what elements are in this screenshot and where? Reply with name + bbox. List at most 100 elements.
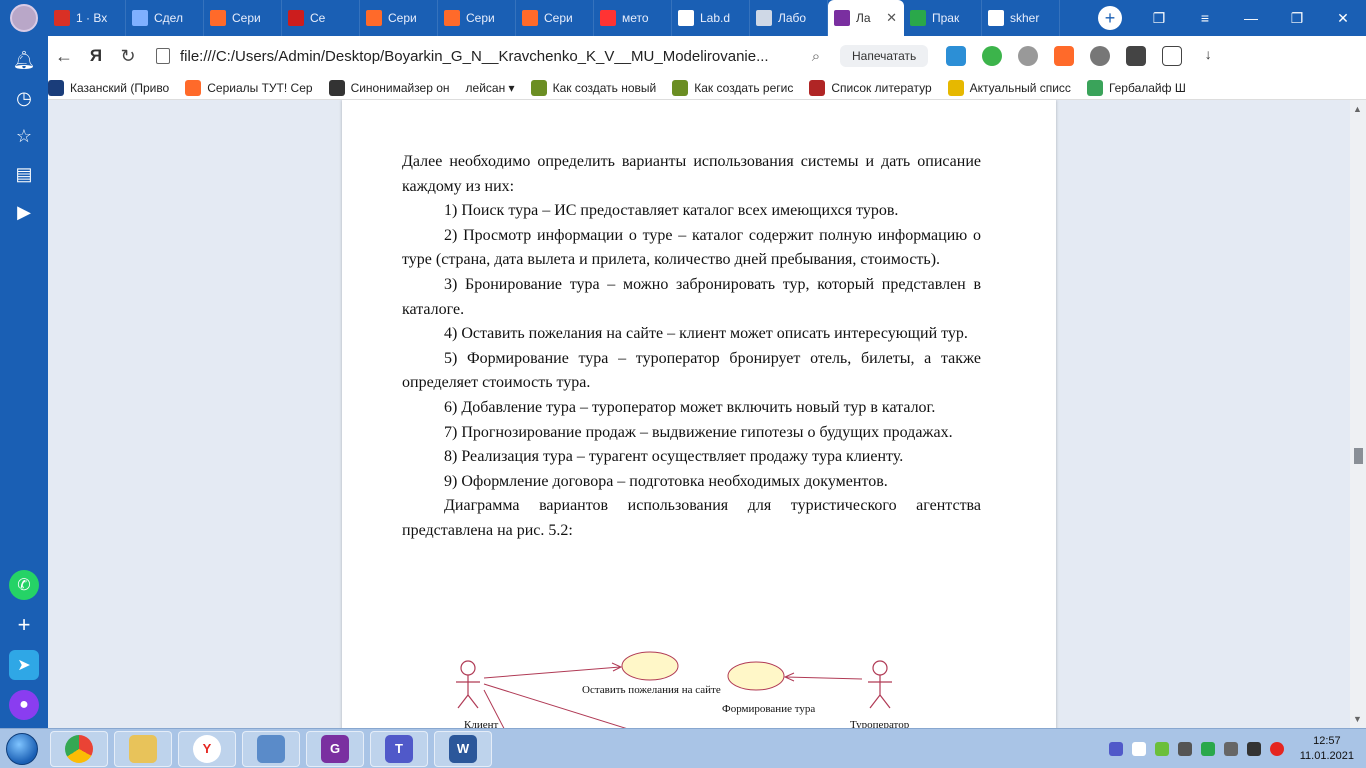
tab-8[interactable]: Lab.d: [672, 0, 750, 36]
collections-icon[interactable]: ▤: [10, 160, 38, 188]
bookmark-item[interactable]: Гербалайф Ш: [1086, 79, 1186, 96]
bookmark-item[interactable]: Список литератур: [809, 79, 932, 96]
close-tab-icon[interactable]: ✕: [886, 10, 897, 26]
system-tray: [1108, 741, 1284, 756]
whatsapp-icon[interactable]: ✆: [9, 570, 39, 600]
back-button[interactable]: ←: [48, 46, 80, 67]
cat-icon[interactable]: [1054, 46, 1075, 66]
battery-icon[interactable]: [1154, 741, 1169, 756]
operator-actor-figure: [868, 660, 892, 709]
history-clock-icon[interactable]: ◷: [10, 84, 38, 112]
bookmark-label: Синонимайзер он: [350, 80, 450, 95]
bookmark-item[interactable]: Как создать новый: [530, 79, 656, 96]
forming-usecase-ellipse: [727, 661, 785, 691]
windows-taskbar: Y G T W 12:57 11.01.2021: [0, 728, 1366, 768]
tab-7[interactable]: мето: [594, 0, 672, 36]
taskbar-yandex[interactable]: Y: [178, 730, 236, 767]
tab-11[interactable]: Прак: [904, 0, 982, 36]
url-field[interactable]: file:///C:/Users/Admin/Desktop/Boyarkin_…: [156, 48, 796, 65]
close-window-button[interactable]: ✕: [1320, 10, 1366, 27]
tab-label: 1 · Вх: [76, 11, 108, 25]
notifications-bell-icon[interactable]: 🔔︎: [10, 46, 38, 74]
alice-assistant-icon[interactable]: ●: [9, 690, 39, 720]
taskbar-control-panel[interactable]: [242, 730, 300, 767]
use-case-item: 7) Прогнозирование продаж – выдвижение г…: [444, 423, 953, 441]
search-ext-icon[interactable]: [1018, 46, 1039, 66]
network-signal-icon[interactable]: [1246, 741, 1261, 756]
menu-icon[interactable]: ≡: [1182, 10, 1228, 27]
puzzle-icon[interactable]: [1126, 46, 1147, 66]
minimize-button[interactable]: —: [1228, 10, 1274, 27]
search-icon[interactable]: ⌕: [796, 48, 836, 65]
book-icon: [809, 79, 826, 96]
new-tab-button[interactable]: +: [1098, 6, 1122, 30]
print-button[interactable]: Напечатать: [840, 45, 929, 67]
cat-icon: [522, 10, 538, 26]
intro-paragraph: Далее необходимо определить варианты исп…: [402, 153, 981, 195]
teams-tray-icon[interactable]: [1108, 741, 1123, 756]
volume-icon[interactable]: [1131, 741, 1146, 756]
bookmark-item[interactable]: Актуальный списс: [947, 79, 1071, 96]
maximize-button[interactable]: ❐: [1274, 10, 1320, 27]
tab-10[interactable]: Ла ✕: [828, 0, 904, 36]
tab-label: Сери: [466, 11, 495, 25]
shield-tray-icon[interactable]: [1177, 741, 1192, 756]
building-icon: [48, 79, 64, 96]
taskbar-teams[interactable]: T: [370, 730, 428, 767]
tab-9[interactable]: Лабо: [750, 0, 828, 36]
s-icon: [530, 79, 547, 96]
media-player-icon[interactable]: ▶: [10, 198, 38, 226]
tab-3[interactable]: Се: [282, 0, 360, 36]
address-bar: ← Я ↻ file:///C:/Users/Admin/Desktop/Boy…: [48, 36, 1366, 76]
shield-icon[interactable]: [982, 46, 1003, 66]
bookmark-item[interactable]: Казанский (Приво: [48, 79, 169, 96]
security-tray-icon[interactable]: [1200, 741, 1215, 756]
red-square-icon: [288, 10, 304, 26]
bookmarks-bar: Казанский (Приво Сериалы ТУТ! Сер Синонима…: [48, 76, 1366, 100]
clock-date: 11.01.2021: [1299, 749, 1354, 762]
taskbar-chrome[interactable]: [50, 730, 108, 767]
gmail-icon: [54, 10, 70, 26]
reload-button[interactable]: ↻: [112, 46, 144, 67]
pdf-viewer: Далее необходимо определить варианты исп…: [48, 100, 1350, 728]
device-tray-icon[interactable]: [1223, 741, 1238, 756]
bookmark-item[interactable]: Как создать регис: [672, 79, 794, 96]
taskbar-explorer[interactable]: [114, 730, 172, 767]
taskbar-word[interactable]: W: [434, 730, 492, 767]
add-panel-icon[interactable]: +: [9, 610, 39, 640]
system-clock[interactable]: 12:57 11.01.2021: [1300, 734, 1354, 764]
tab-1[interactable]: Сдел: [126, 0, 204, 36]
extension-icon[interactable]: [946, 46, 967, 66]
globe-icon[interactable]: [1090, 46, 1111, 66]
tab-2[interactable]: Сери: [204, 0, 282, 36]
pdf-page: Далее необходимо определить варианты исп…: [342, 100, 1056, 728]
bookmark-item[interactable]: лейсан ▾: [466, 81, 515, 95]
scrollbar-thumb[interactable]: [1354, 448, 1363, 464]
download-icon[interactable]: ↓: [1198, 46, 1219, 66]
clipboard-icon[interactable]: [1162, 46, 1183, 66]
messenger-icon[interactable]: ➤: [9, 650, 39, 680]
tab-12[interactable]: skher: [982, 0, 1060, 36]
start-button[interactable]: [0, 729, 44, 768]
file-icon: [156, 48, 170, 64]
bookmark-label: Как создать регис: [694, 80, 794, 95]
favorites-star-icon[interactable]: ☆: [10, 122, 38, 150]
scroll-up-arrow-icon[interactable]: ▲: [1353, 104, 1362, 114]
explorer-icon: [129, 734, 157, 763]
word-icon: W: [449, 734, 477, 763]
scroll-down-arrow-icon[interactable]: ▼: [1353, 714, 1362, 724]
tab-4[interactable]: Сери: [360, 0, 438, 36]
tab-label: Сери: [232, 11, 261, 25]
bookmark-item[interactable]: Синонимайзер он: [328, 79, 450, 96]
tab-label: Lab.d: [700, 11, 731, 25]
yandex-home-icon[interactable]: Я: [80, 46, 112, 66]
taskbar-pdf[interactable]: G: [306, 730, 364, 767]
tab-0[interactable]: 1 · Вх: [48, 0, 126, 36]
tab-5[interactable]: Сери: [438, 0, 516, 36]
bookmark-item[interactable]: Сериалы ТУТ! Сер: [185, 79, 313, 96]
tab-6[interactable]: Сери: [516, 0, 594, 36]
tabs-menu-icon[interactable]: ❐: [1136, 10, 1182, 27]
yandex-tray-icon[interactable]: [1269, 741, 1284, 756]
vertical-scrollbar[interactable]: ▲ ▼: [1350, 100, 1366, 728]
profile-avatar[interactable]: [10, 4, 38, 32]
